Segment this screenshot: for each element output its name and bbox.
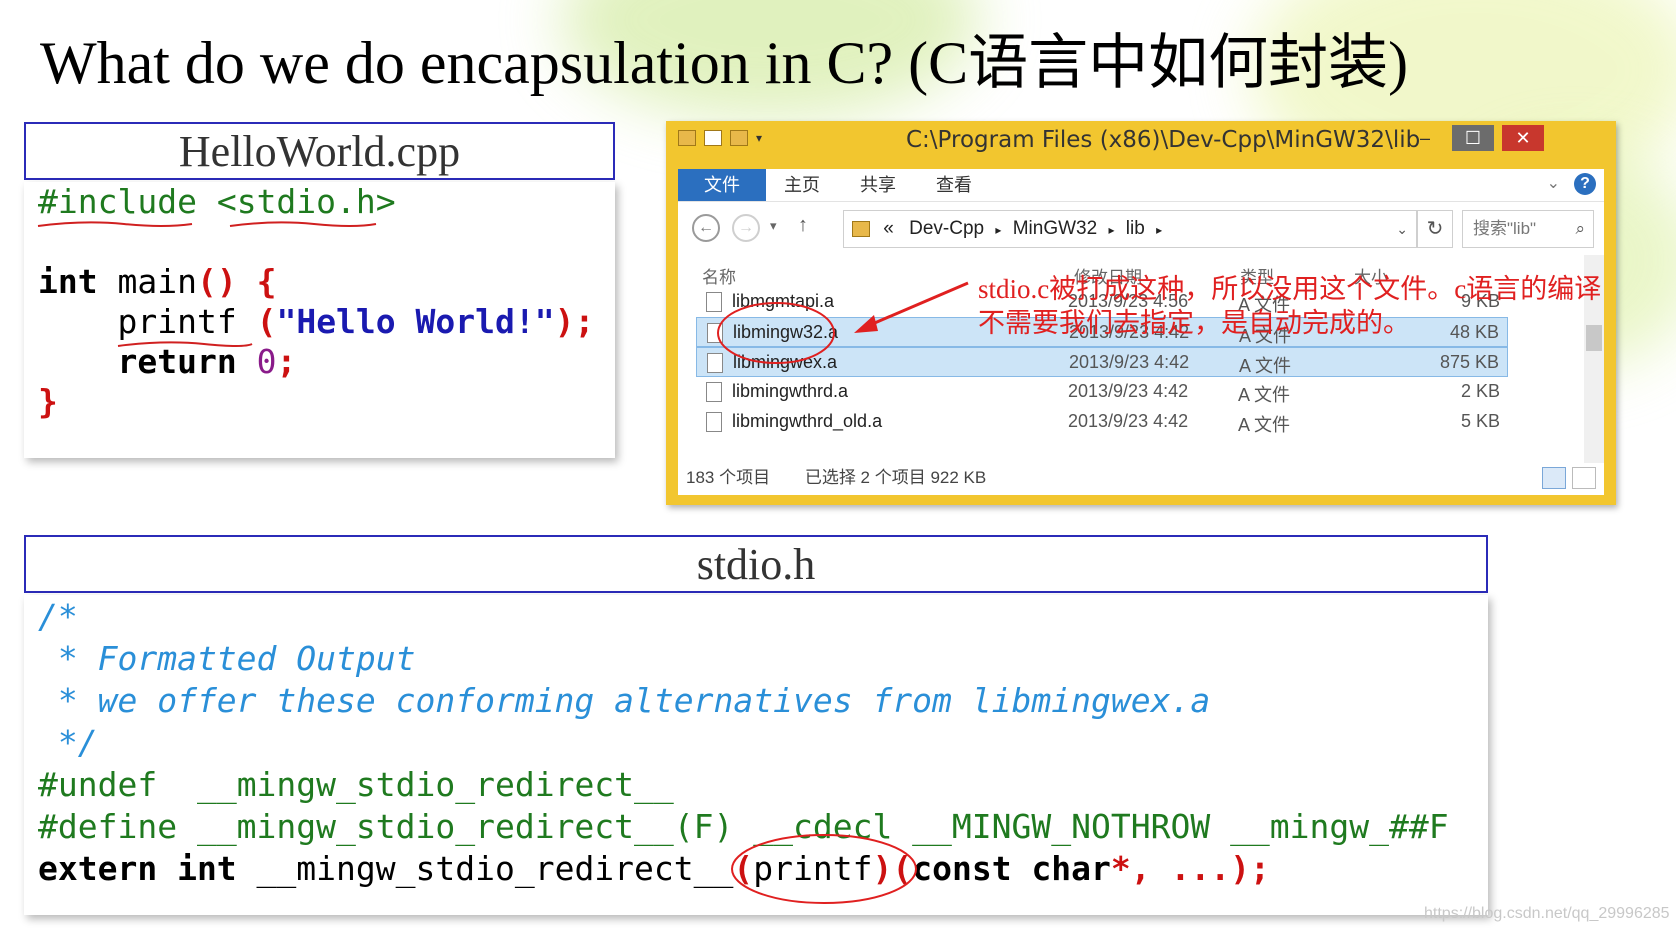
- breadcrumb-mingw32[interactable]: MinGW32: [1013, 218, 1097, 239]
- breadcrumb-overflow[interactable]: «: [883, 218, 894, 239]
- file-icon: [706, 292, 722, 312]
- stdio-header: stdio.h: [24, 535, 1488, 593]
- folder-icon: [678, 130, 696, 146]
- new-folder-icon[interactable]: [730, 130, 748, 146]
- status-bar: 183 个项目 已选择 2 个项目 922 KB: [678, 463, 1604, 495]
- helloworld-code-panel: #include <stdio.h> int main() { printf (…: [24, 182, 615, 458]
- helloworld-header: HelloWorld.cpp: [24, 122, 615, 180]
- hand-drawn-circle-printf: [731, 834, 917, 904]
- up-button[interactable]: ↑: [798, 214, 808, 237]
- address-bar[interactable]: « Dev-Cpp ▸ MinGW32 ▸ lib ▸ ⌄: [843, 210, 1417, 248]
- large-icons-view-icon[interactable]: [1572, 467, 1596, 489]
- file-row[interactable]: libmingwthrd.a 2013/9/23 4:42 A 文件 2 KB: [696, 377, 1508, 407]
- minimize-button[interactable]: –: [1404, 125, 1446, 151]
- navigation-bar: ← → ▾ ↑ « Dev-Cpp ▸ MinGW32 ▸ lib ▸ ⌄ ↻ …: [678, 201, 1604, 256]
- watermark: https://blog.csdn.net/qq_29996285: [1424, 905, 1670, 922]
- forward-button[interactable]: →: [732, 214, 760, 242]
- file-icon: [706, 412, 722, 432]
- maximize-button[interactable]: ☐: [1452, 125, 1494, 151]
- search-icon: ⌕: [1575, 219, 1585, 238]
- folder-icon: [852, 220, 870, 237]
- help-icon[interactable]: ?: [1574, 173, 1596, 195]
- tab-home[interactable]: 主页: [784, 169, 820, 201]
- slide-title: What do we do encapsulation in C? (C语言中如…: [40, 30, 1409, 96]
- item-count: 183 个项目: [686, 468, 771, 487]
- selection-info: 已选择 2 个项目 922 KB: [804, 468, 987, 487]
- window-title: C:\Program Files (x86)\Dev-Cpp\MinGW32\l…: [906, 127, 1421, 153]
- quick-access-toolbar: ▾: [678, 128, 762, 148]
- chevron-down-icon[interactable]: ⌄: [1547, 173, 1560, 193]
- chevron-right-icon[interactable]: ▸: [1156, 223, 1162, 237]
- window-titlebar[interactable]: ▾ C:\Program Files (x86)\Dev-Cpp\MinGW32…: [666, 121, 1616, 155]
- refresh-button[interactable]: ↻: [1417, 210, 1453, 248]
- file-icon: [706, 382, 722, 402]
- tab-share[interactable]: 共享: [860, 169, 896, 201]
- annotation-note: stdio.c被打成这种，所以没用这个文件。c语言的编译 不需要我们去指定，是自…: [978, 274, 1602, 338]
- stdio-code-panel: /* * Formatted Output * we offer these c…: [24, 595, 1488, 915]
- file-icon: [707, 353, 723, 373]
- tab-view[interactable]: 查看: [936, 169, 972, 201]
- close-button[interactable]: ✕: [1502, 125, 1544, 151]
- hand-drawn-underlines: [37, 221, 377, 347]
- chevron-right-icon[interactable]: ▸: [995, 223, 1001, 237]
- column-header-name[interactable]: 名称: [702, 263, 736, 288]
- search-input[interactable]: 搜索"lib" ⌕: [1462, 210, 1594, 248]
- tab-file[interactable]: 文件: [678, 169, 766, 201]
- file-row[interactable]: libmingwthrd_old.a 2013/9/23 4:42 A 文件 5…: [696, 407, 1508, 437]
- chevron-right-icon[interactable]: ▸: [1108, 223, 1114, 237]
- chevron-down-icon[interactable]: ⌄: [1396, 211, 1408, 247]
- ribbon-tabs: 文件 主页 共享 查看 ⌄ ?: [678, 169, 1604, 201]
- file-icon: [707, 323, 723, 343]
- back-button[interactable]: ←: [692, 214, 720, 242]
- recent-locations-icon[interactable]: ▾: [770, 218, 777, 234]
- file-row-selected[interactable]: libmingwex.a 2013/9/23 4:42 A 文件 875 KB: [696, 347, 1508, 377]
- details-view-icon[interactable]: [1542, 467, 1566, 489]
- properties-icon[interactable]: [704, 130, 722, 146]
- breadcrumb-dev-cpp[interactable]: Dev-Cpp: [909, 218, 984, 239]
- chevron-down-icon[interactable]: ▾: [756, 131, 762, 145]
- breadcrumb-lib[interactable]: lib: [1126, 218, 1145, 239]
